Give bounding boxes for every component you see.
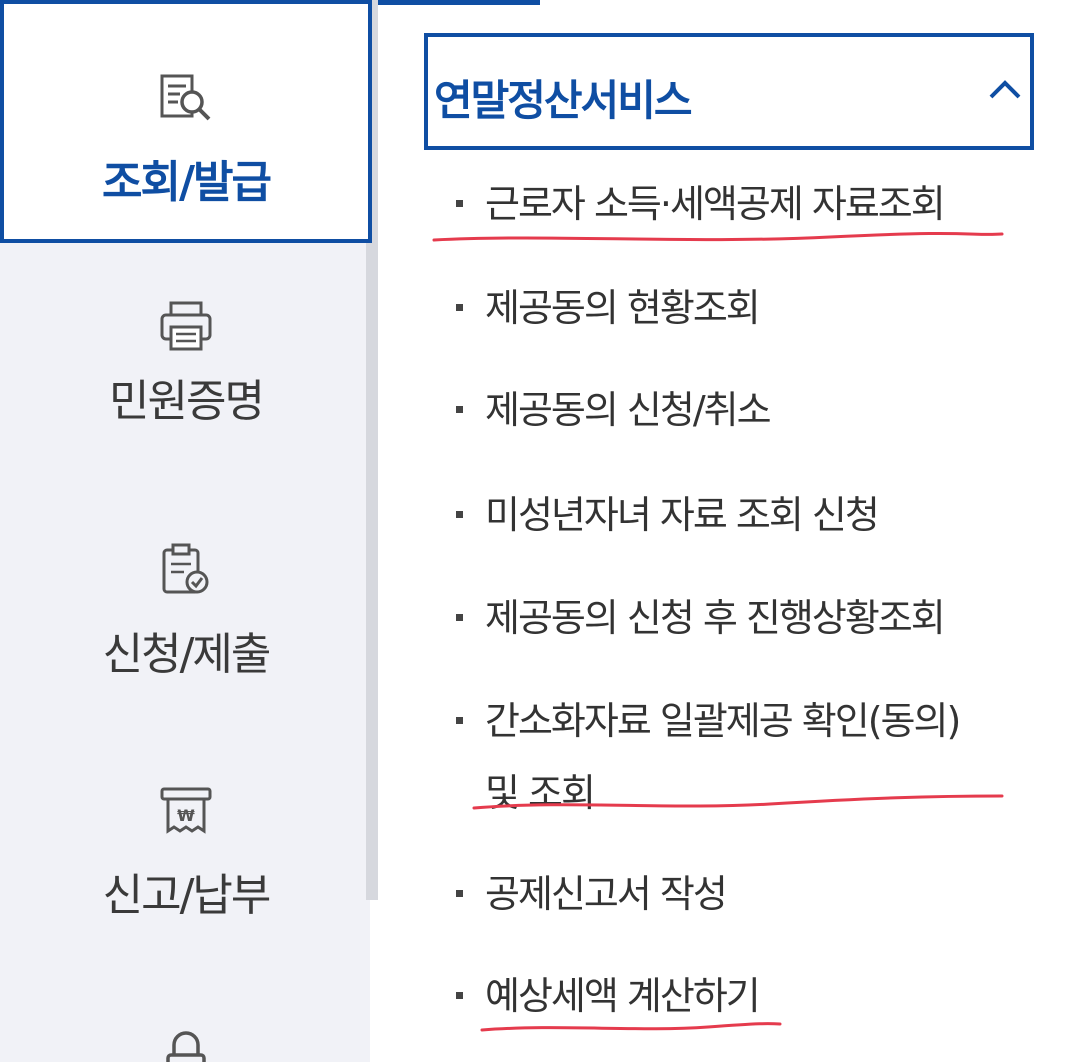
bullet (456, 614, 463, 621)
menu-item-label: 근로자 소득·세액공제 자료조회 (485, 182, 946, 226)
bullet (456, 992, 463, 999)
menu-item-estimated-tax-calculator[interactable]: 예상세액 계산하기 (450, 968, 1020, 1024)
menu-item-consent-apply-cancel[interactable]: 제공동의 신청/취소 (450, 382, 1020, 438)
menu-item-label: 제공동의 현황조회 (485, 286, 761, 330)
sidebar-item-application-submission[interactable]: 신청/제출 (0, 488, 372, 733)
svg-text:₩: ₩ (177, 806, 195, 825)
bullet (456, 406, 463, 413)
won-receipt-icon: ₩ (156, 781, 216, 841)
clipboard-check-icon (156, 540, 216, 600)
document-search-icon (156, 68, 216, 128)
bullet (456, 717, 463, 724)
sidebar-item-label: 신청/제출 (102, 629, 272, 680)
sidebar-item-partial[interactable] (0, 973, 372, 1062)
chevron-up-icon[interactable] (988, 77, 1022, 101)
menu-item-bulk-provision-consent[interactable]: 간소화자료 일괄제공 확인(동의) 및 조회 (450, 693, 1020, 823)
menu-item-label: 미성년자녀 자료 조회 신청 (485, 493, 880, 537)
sidebar-item-label: 신고/납부 (102, 870, 272, 921)
year-end-settlement-accordion-header[interactable]: 연말정산서비스 (424, 33, 1034, 150)
bullet (456, 304, 463, 311)
accordion-title: 연말정산서비스 (434, 76, 692, 125)
menu-item-label: 제공동의 신청 후 진행상황조회 (485, 596, 946, 640)
menu-item-income-tax-deduction-inquiry[interactable]: 근로자 소득·세액공제 자료조회 (450, 176, 1020, 232)
bullet (456, 511, 463, 518)
lock-icon (156, 1025, 216, 1062)
menu-item-deduction-report-form[interactable]: 공제신고서 작성 (450, 866, 1020, 922)
menu-item-label: 예상세액 계산하기 (485, 974, 761, 1018)
menu-item-label: 공제신고서 작성 (485, 872, 728, 916)
bullet (456, 200, 463, 207)
sidebar-item-label: 민원증명 (109, 376, 265, 427)
sidebar-item-inquiry-issuance[interactable]: 조회/발급 (0, 0, 372, 243)
printer-icon (156, 297, 216, 357)
menu-item-minor-child-data-request[interactable]: 미성년자녀 자료 조회 신청 (450, 487, 1020, 543)
menu-item-consent-status-inquiry[interactable]: 제공동의 현황조회 (450, 280, 1020, 336)
sidebar-item-label: 조회/발급 (102, 157, 272, 208)
menu-item-label: 간소화자료 일괄제공 확인(동의) 및 조회 (485, 699, 961, 815)
sidebar-item-report-payment[interactable]: ₩ 신고/납부 (0, 733, 372, 973)
bullet (456, 890, 463, 897)
menu-item-label: 제공동의 신청/취소 (485, 388, 772, 432)
menu-item-consent-progress-inquiry[interactable]: 제공동의 신청 후 진행상황조회 (450, 590, 1020, 646)
sidebar-item-civil-certificate[interactable]: 민원증명 (0, 243, 372, 488)
